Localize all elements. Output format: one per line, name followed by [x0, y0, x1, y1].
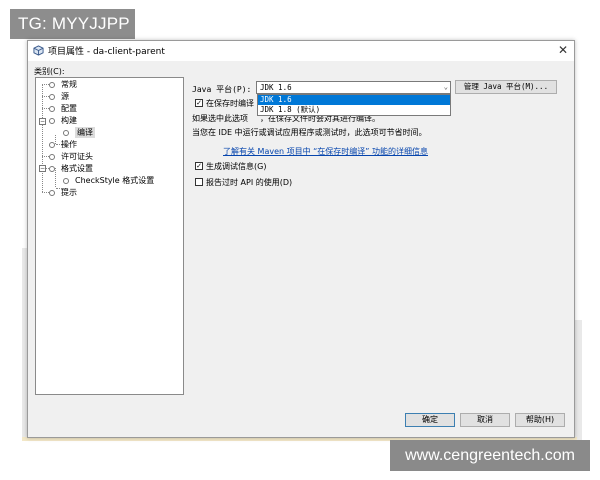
java-platform-value: JDK 1.6	[260, 83, 292, 92]
background-window-right	[574, 320, 582, 440]
category-tree[interactable]: − − 常规 源 配置 构建 编译 操作 许可证头 格式设置 CheckStyl…	[35, 77, 184, 395]
generate-debug-info-checkbox[interactable]: ✓	[195, 162, 203, 170]
tree-item-sources[interactable]: 源	[49, 91, 69, 102]
close-icon[interactable]: ✕	[558, 43, 568, 57]
tree-item-configurations[interactable]: 配置	[49, 103, 77, 114]
java-platform-select[interactable]: JDK 1.6 ⌄	[256, 81, 451, 94]
tag-overlay: TG: MYYJJPP	[10, 9, 135, 39]
cancel-button[interactable]: 取消	[460, 413, 510, 427]
tree-item-checkstyle-formatting[interactable]: CheckStyle 格式设置	[63, 175, 154, 186]
tree-item-license-headers[interactable]: 许可证头	[49, 151, 93, 162]
report-deprecated-api-label: 报告过时 API 的使用(D)	[206, 178, 293, 187]
info-line-2: 当您在 IDE 中运行或调试应用程序或测试时，此选项可节省时间。	[192, 128, 427, 137]
collapse-formatting-icon[interactable]: −	[39, 165, 46, 172]
java-platform-dropdown-list[interactable]: JDK 1.6 JDK 1.8 (默认)	[257, 94, 451, 116]
tree-item-general[interactable]: 常规	[49, 79, 77, 90]
tree-item-compile[interactable]: 编译	[63, 127, 95, 138]
category-label: 类别(C):	[34, 67, 65, 76]
option-jdk-1-8-default[interactable]: JDK 1.8 (默认)	[258, 105, 450, 115]
help-button[interactable]: 帮助(H)	[515, 413, 565, 427]
title-bar: 项目属性 - da-client-parent ✕	[28, 41, 574, 61]
tree-item-formatting[interactable]: 格式设置	[49, 163, 93, 174]
compile-on-save-label: 在保存时编译	[206, 99, 254, 108]
ok-button[interactable]: 确定	[405, 413, 455, 427]
compile-on-save-help-link[interactable]: 了解有关 Maven 项目中 “在保存时编译” 功能的详细信息	[223, 146, 428, 157]
tree-item-hints[interactable]: 提示	[49, 187, 77, 198]
watermark-overlay: www.cengreentech.com	[390, 440, 590, 471]
tree-item-build[interactable]: 构建	[49, 115, 77, 126]
project-cube-icon	[33, 45, 44, 56]
manage-java-platforms-button[interactable]: 管理 Java 平台(M)...	[455, 80, 557, 94]
java-platform-label: Java 平台(P):	[192, 85, 252, 94]
info-line-1: 如果选中此选项	[192, 114, 248, 123]
chevron-down-icon[interactable]: ⌄	[444, 82, 448, 93]
option-jdk-1-6[interactable]: JDK 1.6	[258, 95, 450, 105]
compile-on-save-checkbox[interactable]: ✓	[195, 99, 203, 107]
report-deprecated-api-checkbox[interactable]	[195, 178, 203, 186]
dialog-title: 项目属性 - da-client-parent	[48, 47, 165, 57]
project-properties-dialog: 项目属性 - da-client-parent ✕ 类别(C): − − 常规 …	[27, 40, 575, 438]
generate-debug-info-label: 生成调试信息(G)	[206, 162, 267, 171]
collapse-build-icon[interactable]: −	[39, 118, 46, 125]
tree-item-actions[interactable]: 操作	[49, 139, 77, 150]
